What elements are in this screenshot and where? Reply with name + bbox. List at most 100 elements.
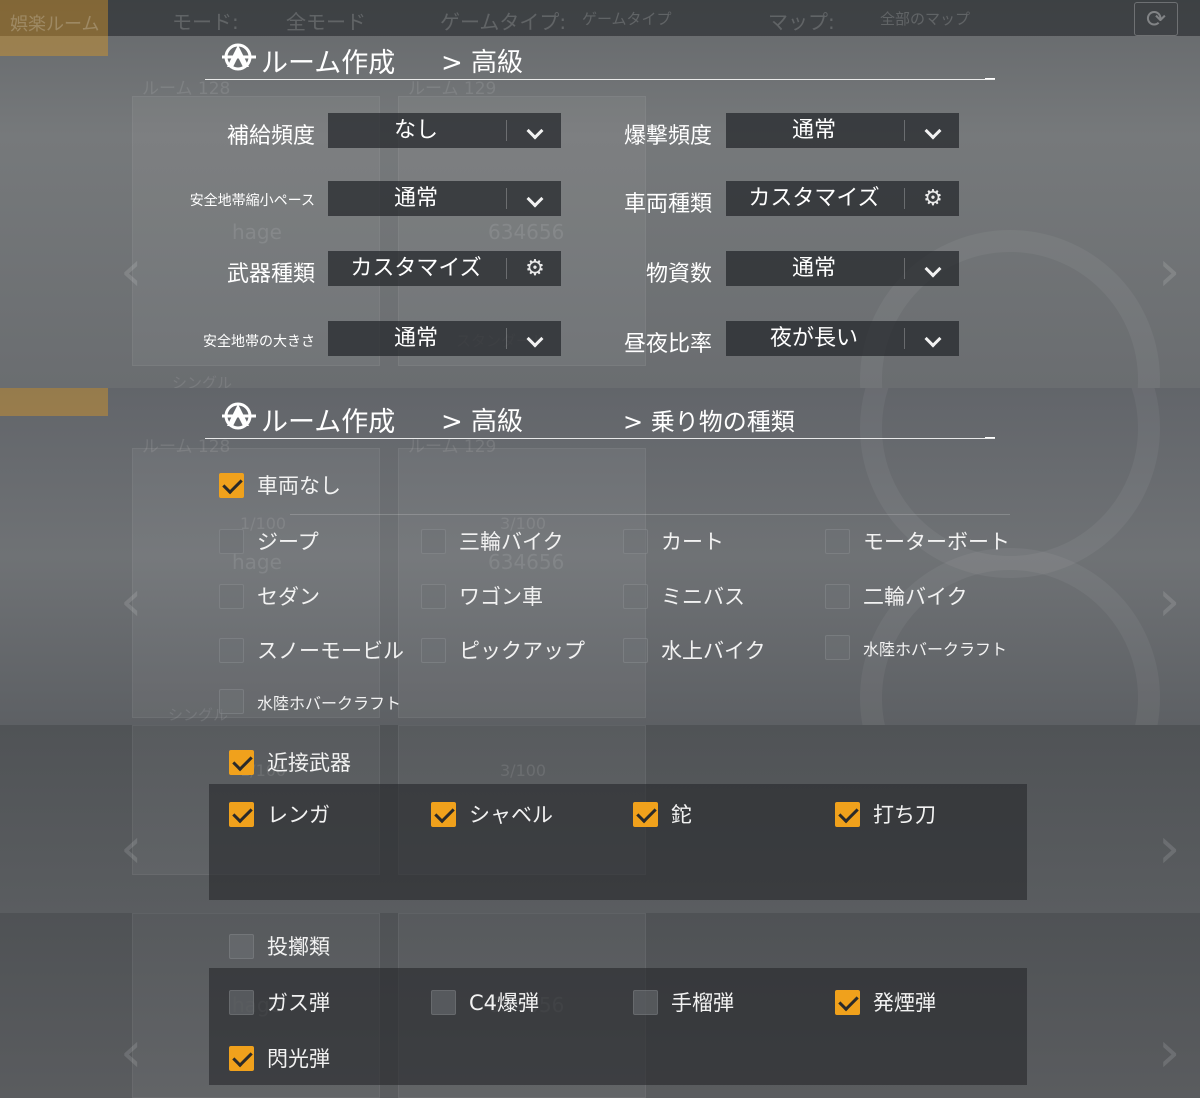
vehicle-checkbox-motorboat[interactable]: モーターボート <box>825 526 1010 556</box>
chevron-right-icon: › <box>1158 1020 1181 1085</box>
chevron-left-icon: ‹ <box>120 1020 143 1085</box>
game-logo-icon <box>222 43 256 71</box>
weapon-checkbox-brick[interactable]: レンガ <box>229 799 330 829</box>
vehicle-checkbox-hovercraft[interactable]: 水陸ホバークラフト <box>825 635 1007 660</box>
vehicle-checkbox-sedan[interactable]: セダン <box>219 581 320 611</box>
checkbox-label: 水陸ホバークラフト <box>257 693 402 713</box>
checkbox-box[interactable] <box>431 801 456 827</box>
checkbox-box[interactable] <box>421 528 446 554</box>
checkbox-label: ミニバス <box>661 585 745 609</box>
no-vehicle-checkbox[interactable]: 車両なし <box>219 470 341 500</box>
vehicle-checkbox-minibus[interactable]: ミニバス <box>623 581 745 611</box>
vehicle-checkbox-jeep[interactable]: ジープ <box>219 526 319 556</box>
throwable-checkbox-gas[interactable]: ガス弾 <box>229 987 330 1017</box>
checkbox-label: セダン <box>257 585 320 609</box>
weapon-checkbox-machete[interactable]: 鉈 <box>633 799 692 829</box>
checkbox-label: 打ち刀 <box>873 803 936 827</box>
gear-icon[interactable]: ⚙ <box>517 256 553 282</box>
chevron-right-icon: › <box>1158 816 1181 881</box>
chevron-down-icon <box>915 256 951 282</box>
chevron-down-icon <box>915 118 951 144</box>
checkbox-box[interactable] <box>825 635 850 660</box>
throwable-checkbox[interactable]: 投擲類 <box>229 931 330 961</box>
checkbox-box[interactable] <box>825 583 850 609</box>
checkbox-box[interactable] <box>623 583 648 609</box>
checkbox-box[interactable] <box>219 689 244 714</box>
header-divider-end <box>985 78 995 79</box>
checkbox-box[interactable] <box>633 801 658 827</box>
checkbox-box[interactable] <box>431 989 456 1015</box>
checkbox-box[interactable] <box>835 989 860 1015</box>
select-divider <box>506 120 507 141</box>
select-value: 通常 <box>791 118 836 143</box>
checkbox-box[interactable] <box>219 583 244 609</box>
supply-amount-select[interactable]: 通常 <box>726 251 959 286</box>
select-value: 夜が長い <box>769 326 858 351</box>
select-divider <box>506 188 507 209</box>
background-lobby-tab <box>0 388 108 416</box>
weapon-checkbox-shovel[interactable]: シャベル <box>431 799 553 829</box>
throwable-checkbox-c4[interactable]: C4爆弾 <box>431 987 539 1017</box>
breadcrumb-advanced[interactable]: > 高級 <box>441 42 523 79</box>
checkbox-label: スノーモービル <box>257 639 404 663</box>
weapon-checkbox-katana[interactable]: 打ち刀 <box>835 799 936 829</box>
checkbox-box[interactable] <box>825 528 850 554</box>
page-title: ルーム作成 <box>261 48 396 79</box>
select-value: 通常 <box>791 256 836 281</box>
vehicle-checkbox-kart[interactable]: カート <box>623 526 724 556</box>
setting-label: 物資数 <box>645 262 712 287</box>
chevron-down-icon <box>517 118 553 144</box>
checkbox-label: ピックアップ <box>459 639 585 663</box>
throwable-checkbox-flash[interactable]: 閃光弾 <box>229 1043 330 1073</box>
vehicle-checkbox-jetski[interactable]: 水上バイク <box>623 635 766 665</box>
setting-label: 車両種類 <box>623 192 712 217</box>
safezone-shrink-speed-select[interactable]: 通常 <box>328 181 561 216</box>
background-filter-bar <box>0 0 1200 36</box>
page-title: ルーム作成 <box>261 407 396 438</box>
panel-header: ルーム作成 > 高級 <box>205 34 995 80</box>
weapon-type-select[interactable]: カスタマイズ ⚙ <box>328 251 561 286</box>
chevron-right-icon: › <box>1158 569 1181 634</box>
checkbox-box[interactable] <box>623 637 648 663</box>
breadcrumb-advanced[interactable]: > 高級 <box>441 401 523 438</box>
checkbox-box[interactable] <box>219 472 244 498</box>
vehicle-checkbox-trike[interactable]: 三輪バイク <box>421 526 564 556</box>
select-divider <box>506 328 507 349</box>
vehicle-checkbox-wagon[interactable]: ワゴン車 <box>421 581 543 611</box>
checkbox-box[interactable] <box>633 989 658 1015</box>
select-value: カスタマイズ <box>748 186 880 211</box>
checkbox-box[interactable] <box>421 637 446 663</box>
vehicle-checkbox-pickup[interactable]: ピックアップ <box>421 635 585 665</box>
checkbox-label: 水陸ホバークラフト <box>863 639 1008 659</box>
checkbox-box[interactable] <box>229 933 254 959</box>
checkbox-label: ワゴン車 <box>459 585 543 609</box>
vehicle-checkbox-hovercraft[interactable]: 水陸ホバークラフト <box>219 689 401 714</box>
checkbox-label: 三輪バイク <box>459 530 564 554</box>
header-divider-end <box>985 437 995 438</box>
supply-frequency-select[interactable]: なし <box>328 113 561 148</box>
select-value: カスタマイズ <box>350 256 482 281</box>
chevron-down-icon <box>915 326 951 352</box>
melee-weapon-checkbox[interactable]: 近接武器 <box>229 747 351 777</box>
bombing-frequency-select[interactable]: 通常 <box>726 113 959 148</box>
checkbox-box[interactable] <box>229 1045 254 1071</box>
checkbox-box[interactable] <box>219 637 244 663</box>
gear-icon[interactable]: ⚙ <box>915 186 951 212</box>
checkbox-label: ジープ <box>257 530 319 554</box>
throwable-checkbox-smoke[interactable]: 発煙弾 <box>835 987 936 1017</box>
vehicle-checkbox-snowmobile[interactable]: スノーモービル <box>219 635 404 665</box>
checkbox-box[interactable] <box>219 528 244 554</box>
vehicle-checkbox-motorbike[interactable]: 二輪バイク <box>825 581 968 611</box>
checkbox-box[interactable] <box>229 749 254 775</box>
breadcrumb-vehicle-type[interactable]: > 乗り物の種類 <box>623 402 795 437</box>
checkbox-box[interactable] <box>229 989 254 1015</box>
refresh-icon[interactable]: ⟳ <box>1134 2 1178 36</box>
checkbox-box[interactable] <box>623 528 648 554</box>
checkbox-box[interactable] <box>835 801 860 827</box>
day-night-ratio-select[interactable]: 夜が長い <box>726 321 959 356</box>
vehicle-type-select[interactable]: カスタマイズ ⚙ <box>726 181 959 216</box>
throwable-checkbox-grenade[interactable]: 手榴弾 <box>633 987 734 1017</box>
checkbox-box[interactable] <box>421 583 446 609</box>
checkbox-box[interactable] <box>229 801 254 827</box>
safezone-size-select[interactable]: 通常 <box>328 321 561 356</box>
